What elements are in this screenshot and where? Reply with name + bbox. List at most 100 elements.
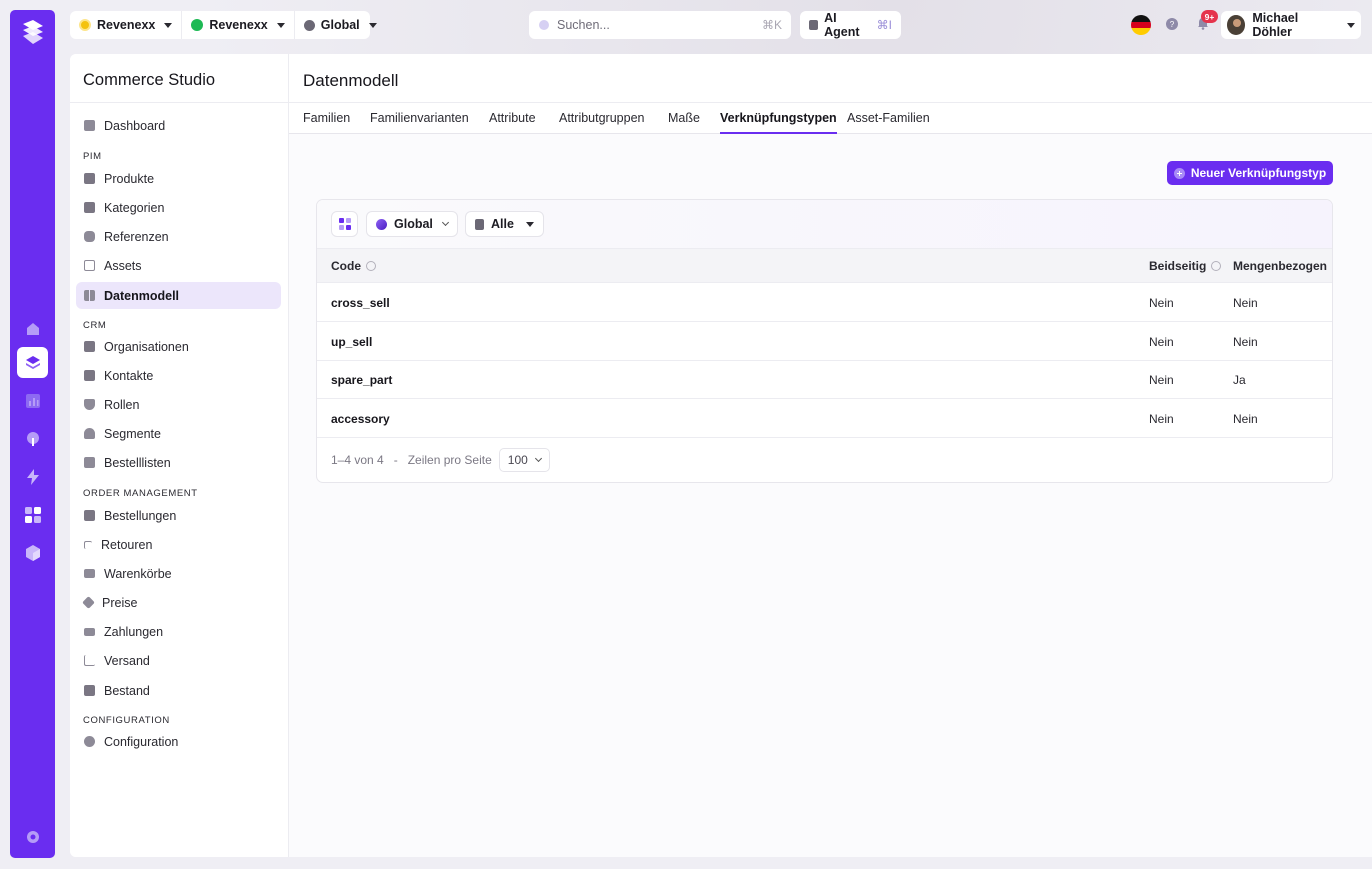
tenant-select[interactable]: Revenexx: [70, 11, 183, 39]
column-label: Code: [331, 259, 361, 273]
column-mengenbezogen[interactable]: Mengenbezogen: [1233, 259, 1333, 273]
search-placeholder: Suchen...: [557, 18, 610, 32]
cart-icon: [84, 569, 95, 578]
column-beidseitig[interactable]: Beidseitig: [1149, 259, 1222, 273]
chevron-down-icon: [368, 22, 377, 28]
bookmark-icon: [84, 457, 95, 468]
sidebar: Commerce Studio Dashboard PIM Produkte K…: [70, 54, 289, 857]
sidebar-item-label: Bestelllisten: [104, 455, 171, 470]
notification-badge: 9+: [1201, 10, 1218, 23]
code-cell: spare_part: [331, 373, 393, 387]
sidebar-item-warenkoerbe[interactable]: Warenkörbe: [76, 560, 281, 587]
plus-icon: [1173, 167, 1185, 179]
sidebar-item-bestand[interactable]: Bestand: [76, 677, 281, 704]
layers-icon[interactable]: [17, 347, 48, 378]
sidebar-item-label: Configuration: [104, 734, 179, 749]
sidebar-item-bestellungen[interactable]: Bestellungen: [76, 502, 281, 529]
sidebar-item-kategorien[interactable]: Kategorien: [76, 194, 281, 221]
column-label: Mengenbezogen: [1233, 259, 1328, 273]
sidebar-item-label: Bestand: [104, 683, 150, 698]
code-cell: accessory: [331, 412, 390, 426]
column-label: Beidseitig: [1149, 259, 1207, 273]
chevron-down-icon: [534, 454, 542, 463]
sidebar-item-produkte[interactable]: Produkte: [76, 165, 281, 192]
chevron-down-icon: [1347, 22, 1355, 28]
chart-icon[interactable]: [17, 385, 48, 416]
help-icon[interactable]: ?: [1166, 18, 1178, 30]
settings-icon[interactable]: [17, 821, 48, 852]
language-flag-icon[interactable]: [1131, 15, 1151, 35]
info-icon: [1332, 261, 1333, 271]
sidebar-item-label: Warenkörbe: [104, 566, 172, 581]
mengenbezogen-cell: Nein: [1233, 335, 1258, 349]
channel-select[interactable]: Revenexx: [182, 11, 295, 39]
table-row[interactable]: up_sell Nein Nein: [317, 322, 1332, 361]
scope-select[interactable]: Global: [295, 11, 386, 39]
chevron-down-icon: [525, 221, 534, 227]
table-row[interactable]: spare_part Nein Ja: [317, 360, 1332, 399]
gear-icon: [84, 736, 95, 747]
table-row[interactable]: accessory Nein Nein: [317, 399, 1332, 438]
sidebar-item-preise[interactable]: Preise: [76, 589, 281, 616]
sidebar-item-retouren[interactable]: Retouren: [76, 531, 281, 558]
tab-masse[interactable]: Maße: [668, 111, 700, 132]
sidebar-item-dashboard[interactable]: Dashboard: [76, 112, 281, 139]
sidebar-item-segmente[interactable]: Segmente: [76, 420, 281, 447]
table-row[interactable]: cross_sell Nein Nein: [317, 283, 1332, 322]
sidebar-item-zahlungen[interactable]: Zahlungen: [76, 618, 281, 645]
home-icon[interactable]: [17, 313, 48, 344]
chevron-down-icon: [276, 22, 285, 28]
sidebar-item-bestelllisten[interactable]: Bestelllisten: [76, 449, 281, 476]
sidebar-item-label: Datenmodell: [104, 288, 180, 303]
sidebar-item-referenzen[interactable]: Referenzen: [76, 223, 281, 250]
cube-icon: [84, 341, 95, 352]
sidebar-item-rollen[interactable]: Rollen: [76, 391, 281, 418]
sidebar-item-versand[interactable]: Versand: [76, 647, 281, 674]
sidebar-item-configuration[interactable]: Configuration: [76, 728, 281, 755]
robot-icon: [809, 20, 819, 30]
user-menu[interactable]: Michael Döhler: [1221, 11, 1361, 39]
new-association-type-button[interactable]: Neuer Verknüpfungstyp: [1167, 161, 1333, 185]
tenant-label: Revenexx: [97, 18, 156, 32]
view-toggle-button[interactable]: [331, 211, 358, 237]
tab-verknuepfungstypen[interactable]: Verknüpfungstypen: [720, 111, 837, 134]
sidebar-item-datenmodell[interactable]: Datenmodell: [76, 282, 281, 309]
sidebar-item-label: Assets: [104, 258, 142, 273]
sidebar-item-kontakte[interactable]: Kontakte: [76, 362, 281, 389]
logo-icon[interactable]: [19, 18, 47, 46]
info-icon: [366, 261, 376, 271]
tab-attribute[interactable]: Attribute: [489, 111, 536, 132]
scope-filter[interactable]: Global: [366, 211, 458, 237]
ai-agent-button[interactable]: AI Agent ⌘I: [800, 11, 901, 39]
ai-agent-label: AI Agent: [824, 11, 860, 39]
pagination-range: 1–4 von 4: [331, 453, 384, 467]
bolt-icon[interactable]: [17, 461, 48, 492]
scope-label: Global: [320, 18, 360, 32]
sidebar-item-label: Kategorien: [104, 200, 165, 215]
apps-icon[interactable]: [17, 499, 48, 530]
category-filter[interactable]: Alle: [465, 211, 544, 237]
sidebar-item-label: Referenzen: [104, 229, 169, 244]
sidebar-item-organisationen[interactable]: Organisationen: [76, 333, 281, 360]
tab-familienvarianten[interactable]: Familienvarianten: [370, 111, 469, 132]
pin-icon[interactable]: [17, 423, 48, 454]
pagination: 1–4 von 4 - Zeilen pro Seite 100: [331, 448, 550, 472]
tab-familien[interactable]: Familien: [303, 111, 350, 132]
tab-attributgruppen[interactable]: Attributgruppen: [559, 111, 644, 132]
avatar: [1227, 15, 1246, 35]
rows-per-page-select[interactable]: 100: [498, 448, 550, 472]
section-crm: CRM: [83, 320, 107, 331]
image-icon: [84, 260, 95, 271]
search-input[interactable]: Suchen... ⌘K: [529, 11, 791, 39]
column-code[interactable]: Code: [331, 259, 376, 273]
tab-asset-familien[interactable]: Asset-Familien: [847, 111, 930, 132]
sidebar-item-label: Rollen: [104, 397, 140, 412]
code-cell: up_sell: [331, 335, 373, 349]
cube-icon[interactable]: [17, 537, 48, 568]
sidebar-item-assets[interactable]: Assets: [76, 252, 281, 279]
return-icon: [84, 540, 92, 549]
shield-icon: [84, 399, 95, 410]
beidseitig-cell: Nein: [1149, 335, 1174, 349]
sidebar-item-label: Bestellungen: [104, 508, 177, 523]
new-button-label: Neuer Verknüpfungstyp: [1190, 166, 1327, 180]
